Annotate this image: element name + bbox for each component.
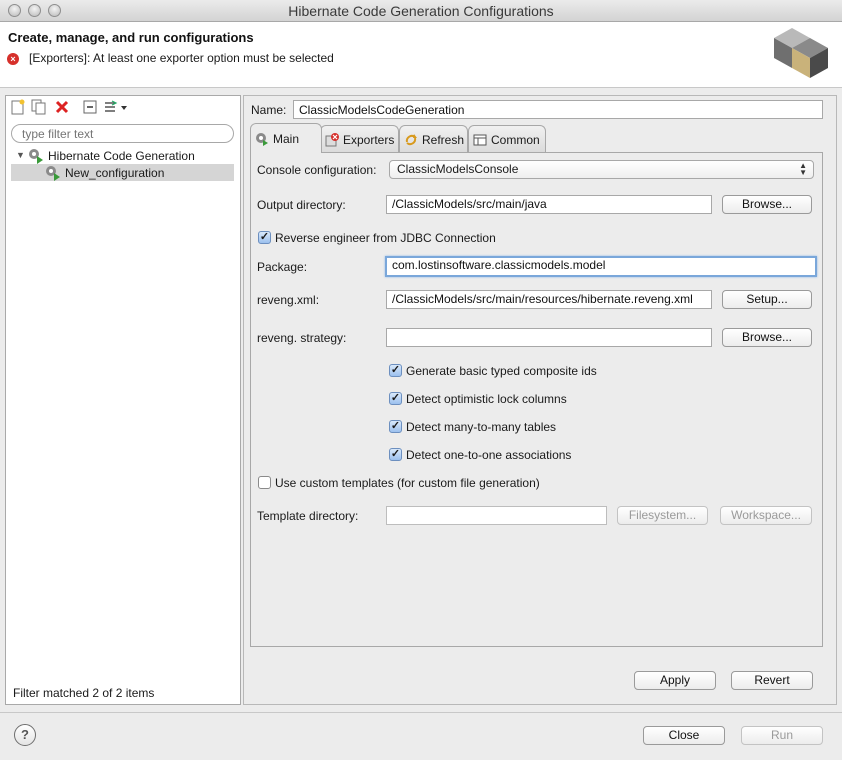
template-directory-label: Template directory:	[257, 509, 359, 523]
many-to-many-label: Detect many-to-many tables	[406, 420, 557, 434]
custom-templates-checkbox[interactable]	[258, 476, 271, 489]
help-icon[interactable]: ?	[14, 724, 36, 746]
error-message: [Exporters]: At least one exporter optio…	[29, 51, 334, 65]
reverse-engineer-label: Reverse engineer from JDBC Connection	[275, 231, 496, 245]
delete-config-icon[interactable]	[53, 98, 71, 116]
tree-item-configuration[interactable]: New_configuration	[65, 166, 164, 180]
hibernate-codegen-icon	[29, 149, 43, 164]
name-label: Name:	[251, 103, 287, 117]
main-tab-icon	[255, 132, 269, 146]
hibernate-logo-icon	[774, 28, 828, 78]
workspace-button[interactable]: Workspace...	[720, 506, 812, 525]
filter-menu-icon[interactable]	[103, 98, 129, 116]
tab-exporters-label: Exporters	[343, 132, 395, 147]
bottom-separator	[0, 712, 842, 713]
tab-common-label: Common	[491, 132, 540, 147]
common-table-icon	[473, 133, 487, 147]
reveng-strategy-input[interactable]	[386, 328, 712, 347]
browse-output-button[interactable]: Browse...	[722, 195, 812, 214]
reveng-xml-label: reveng.xml:	[257, 293, 320, 307]
exporters-error-icon	[325, 132, 339, 147]
tab-main-label: Main	[273, 131, 300, 146]
tab-refresh[interactable]: Refresh	[399, 125, 468, 153]
collapse-all-icon[interactable]	[81, 98, 99, 116]
optimistic-lock-checkbox[interactable]: ✓	[389, 392, 402, 405]
new-config-icon[interactable]	[9, 98, 27, 116]
reveng-xml-input[interactable]: /ClassicModels/src/main/resources/hibern…	[386, 290, 712, 309]
reveng-strategy-label: reveng. strategy:	[257, 331, 347, 345]
one-to-one-checkbox[interactable]: ✓	[389, 448, 402, 461]
revert-button[interactable]: Revert	[731, 671, 813, 690]
configuration-tree-panel	[5, 95, 241, 705]
template-directory-input[interactable]	[386, 506, 607, 525]
duplicate-config-icon[interactable]	[30, 98, 48, 116]
console-config-select[interactable]: ClassicModelsConsole ▲ ▼	[389, 160, 814, 179]
tree-item-category[interactable]: Hibernate Code Generation	[48, 149, 195, 163]
apply-button[interactable]: Apply	[634, 671, 716, 690]
banner-title: Create, manage, and run configurations	[8, 30, 254, 45]
tab-refresh-label: Refresh	[422, 132, 465, 147]
refresh-icon	[404, 133, 418, 147]
tab-main[interactable]: Main	[250, 123, 322, 153]
select-arrows-icon: ▲ ▼	[799, 161, 807, 177]
composite-ids-checkbox[interactable]: ✓	[389, 364, 402, 377]
browse-strategy-button[interactable]: Browse...	[722, 328, 812, 347]
custom-templates-label: Use custom templates (for custom file ge…	[275, 476, 540, 490]
window-title: Hibernate Code Generation Configurations	[288, 3, 554, 19]
optimistic-lock-label: Detect optimistic lock columns	[406, 392, 567, 406]
setup-button[interactable]: Setup...	[722, 290, 812, 309]
console-config-value: ClassicModelsConsole	[397, 162, 519, 176]
expand-arrow-icon[interactable]: ▼	[16, 150, 25, 160]
filter-input[interactable]	[11, 124, 234, 143]
name-input[interactable]	[293, 100, 823, 119]
console-config-label: Console configuration:	[257, 163, 377, 177]
tab-common[interactable]: Common	[468, 125, 546, 153]
package-label: Package:	[257, 260, 308, 274]
many-to-many-checkbox[interactable]: ✓	[389, 420, 402, 433]
tab-exporters[interactable]: Exporters	[320, 125, 399, 153]
output-directory-label: Output directory:	[257, 198, 346, 212]
close-button[interactable]: Close	[643, 726, 725, 745]
reverse-engineer-checkbox[interactable]: ✓	[258, 231, 271, 244]
error-icon: ×	[7, 53, 19, 65]
configuration-icon	[46, 166, 60, 181]
output-directory-input[interactable]: /ClassicModels/src/main/java	[386, 195, 712, 214]
composite-ids-label: Generate basic typed composite ids	[406, 364, 597, 378]
run-button[interactable]: Run	[741, 726, 823, 745]
filter-status: Filter matched 2 of 2 items	[13, 686, 155, 700]
one-to-one-label: Detect one-to-one associations	[406, 448, 572, 462]
filesystem-button[interactable]: Filesystem...	[617, 506, 708, 525]
package-input[interactable]: com.lostinsoftware.classicmodels.model	[385, 256, 817, 277]
